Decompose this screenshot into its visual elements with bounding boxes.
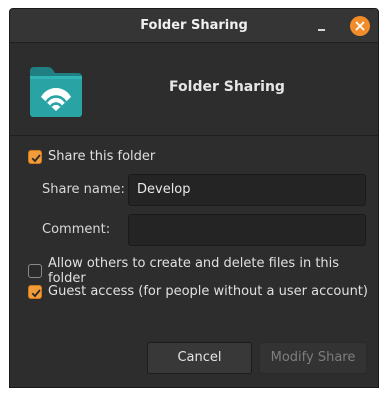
comment-label: Comment:	[42, 222, 111, 237]
close-button[interactable]	[350, 16, 370, 36]
checkbox-unchecked-icon	[28, 264, 42, 278]
close-icon	[355, 21, 365, 31]
titlebar[interactable]: Folder Sharing	[10, 9, 378, 43]
share-name-label: Share name:	[42, 182, 125, 197]
folder-sharing-dialog: Folder Sharing Folder Sharing Share this…	[9, 8, 379, 388]
checkbox-checked-icon	[28, 284, 42, 299]
comment-input[interactable]	[128, 214, 366, 246]
cancel-button[interactable]: Cancel	[147, 342, 252, 374]
modify-share-button: Modify Share	[259, 342, 367, 374]
shared-folder-icon	[28, 65, 84, 119]
guest-access-label: Guest access (for people without a user …	[48, 284, 368, 299]
minimize-button[interactable]	[313, 17, 331, 35]
share-this-folder-label: Share this folder	[48, 149, 156, 164]
allow-others-label: Allow others to create and delete files …	[48, 256, 340, 286]
divider	[10, 135, 378, 136]
share-this-folder-checkbox[interactable]: Share this folder	[28, 149, 155, 164]
allow-others-checkbox[interactable]: Allow others to create and delete files …	[28, 256, 378, 286]
guest-access-checkbox[interactable]: Guest access (for people without a user …	[28, 284, 368, 299]
checkbox-checked-icon	[28, 149, 42, 164]
share-name-input[interactable]: Develop	[128, 174, 366, 206]
header-title: Folder Sharing	[169, 79, 285, 95]
